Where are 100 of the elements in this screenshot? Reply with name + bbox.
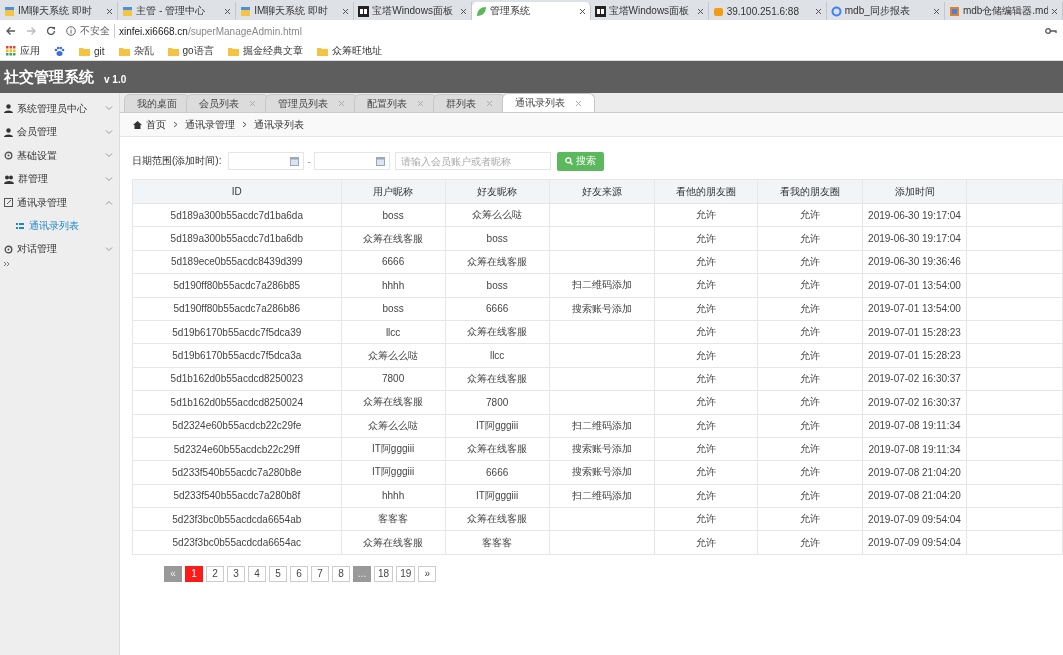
bookmark[interactable]: 杂乱 (118, 44, 154, 58)
search-field[interactable]: 请输入会员账户或者昵称 (394, 152, 551, 170)
table-cell: 5d1b162d0b55acdcd8250023 (132, 367, 342, 391)
table-cell: 允许 (757, 507, 863, 531)
browser-tab[interactable]: 宝塔Windows面板 (354, 2, 473, 20)
column-header: 看我的朋友圈 (757, 179, 863, 204)
browser-tab[interactable]: 宝塔Windows面板 (590, 2, 709, 20)
breadcrumb-link[interactable]: 通讯录管理 (185, 117, 235, 132)
range-separator: - (307, 155, 311, 167)
tab[interactable]: 通讯录列表 (502, 93, 595, 112)
close-icon[interactable] (106, 7, 114, 15)
folder-icon (167, 46, 179, 56)
close-icon[interactable] (460, 7, 468, 15)
chevron-icon (242, 121, 247, 128)
leaf-icon (476, 5, 488, 17)
table-cell: 允许 (654, 297, 758, 321)
table-cell: IT阿gggiii (445, 484, 550, 508)
sidebar-item[interactable]: 通讯录管理 (0, 191, 119, 215)
page-button[interactable]: 18 (374, 565, 394, 582)
table-cell: 5d233f540b55acdc7a280b8f (132, 484, 342, 508)
table-cell: 2019-07-09 09:54:04 (862, 507, 967, 531)
table-cell: 2019-07-08 21:04:20 (862, 484, 967, 508)
bookmark[interactable] (54, 45, 65, 57)
table-cell: boss (341, 297, 446, 321)
close-icon[interactable] (696, 7, 704, 15)
bookmark[interactable]: go语言 (167, 44, 214, 58)
page-icon (122, 5, 134, 17)
page-button[interactable]: 4 (248, 565, 266, 582)
browser-tab[interactable]: IM聊天系统 即时 (0, 2, 119, 20)
sidebar-item[interactable]: 群管理 (0, 167, 119, 191)
breadcrumb-link[interactable]: 首页 (133, 117, 166, 132)
user-icon (4, 127, 13, 137)
close-icon[interactable] (932, 7, 940, 15)
table-cell: 5d19b6170b55acdc7f5dca3a (132, 343, 342, 368)
table-cell: 扫二维码添加 (549, 414, 655, 438)
table-cell: 众筹么么哒 (341, 414, 446, 438)
browser-tab[interactable]: mdb_同步报表 (826, 2, 945, 20)
table-cell: 允许 (757, 367, 863, 391)
table-cell: 2019-07-01 15:28:23 (862, 343, 967, 368)
table-cell: hhhh (341, 484, 446, 508)
bookmark[interactable]: git (79, 45, 105, 57)
page-button[interactable]: 1 (185, 565, 203, 582)
page-button[interactable]: 19 (396, 565, 416, 582)
end-date-field[interactable] (313, 152, 390, 170)
table-cell: 搜索账号添加 (549, 460, 655, 485)
browser-tab[interactable]: 39.100.251.6:88 (708, 2, 827, 20)
browser-tab[interactable]: 管理系统 (472, 2, 591, 20)
table-cell: 允许 (654, 507, 758, 531)
table-cell: 5d2324e60b55acdcb22c29ff (132, 437, 342, 461)
browser-tab[interactable]: 主管 - 管理中心 (118, 2, 237, 20)
bookmark[interactable]: 掘金经典文章 (227, 44, 303, 58)
table-cell: 6666 (445, 460, 550, 485)
column-header: ID (132, 179, 342, 204)
page-button[interactable]: 5 (269, 565, 287, 582)
folder-icon (316, 46, 328, 56)
tab[interactable]: 我的桌面 (124, 94, 190, 112)
bookmark[interactable]: 应用 (6, 44, 40, 58)
document-icon (948, 5, 960, 17)
table-cell: 2019-06-30 19:36:46 (862, 250, 967, 274)
gear-icon (830, 5, 842, 17)
sidebar-item[interactable]: 对话管理 (0, 237, 119, 261)
browser-tab[interactable]: IM聊天系统 即时 (236, 2, 355, 20)
start-date-field[interactable] (228, 152, 305, 170)
reload-icon[interactable] (46, 26, 56, 36)
sidebar-item[interactable]: 系统管理员中心 (0, 97, 119, 121)
table-cell: 6666 (445, 297, 550, 321)
page-icon (240, 5, 252, 17)
close-icon[interactable] (814, 7, 822, 15)
arrows-icon[interactable] (3, 261, 11, 267)
close-icon[interactable] (578, 7, 586, 15)
table-cell: 允许 (654, 273, 758, 298)
address-field[interactable]: xinfei.xi6668.cn/superManageAdmin.html (119, 25, 302, 37)
table-cell: 2019-07-01 15:28:23 (862, 320, 967, 344)
close-icon[interactable] (224, 7, 232, 15)
sidebar-subitem[interactable]: 通讯录列表 (0, 214, 119, 238)
page-button[interactable]: 6 (290, 565, 308, 582)
table-cell: hhhh (341, 273, 446, 298)
table-cell: 允许 (757, 484, 863, 508)
page-button[interactable]: 2 (206, 565, 224, 582)
browser-tab[interactable]: mdb仓储编辑器.md (944, 2, 1063, 20)
close-icon[interactable] (1051, 7, 1058, 15)
table-cell: 允许 (757, 414, 863, 438)
table-cell: 众筹在线客服 (445, 320, 550, 344)
key-icon[interactable] (1045, 27, 1057, 35)
table-cell: 允许 (654, 367, 758, 391)
sidebar-item[interactable]: 基础设置 (0, 144, 119, 168)
bookmark[interactable]: 众筹旺地址 (316, 44, 382, 58)
page-button[interactable]: 8 (332, 565, 350, 582)
table-cell: 允许 (654, 530, 758, 555)
sidebar-item[interactable]: 会员管理 (0, 120, 119, 144)
table-cell: llcc (445, 343, 550, 368)
page-button[interactable]: 7 (311, 565, 329, 582)
table-cell: 5d189a300b55acdc7d1ba6da (132, 203, 342, 227)
table-cell: IT阿gggiii (341, 437, 446, 461)
page-button[interactable]: » (418, 565, 437, 582)
info-icon[interactable] (66, 26, 76, 36)
page-button[interactable]: 3 (227, 565, 245, 582)
close-icon[interactable] (342, 7, 350, 15)
table-cell: 允许 (757, 297, 863, 321)
back-icon[interactable] (6, 26, 16, 36)
